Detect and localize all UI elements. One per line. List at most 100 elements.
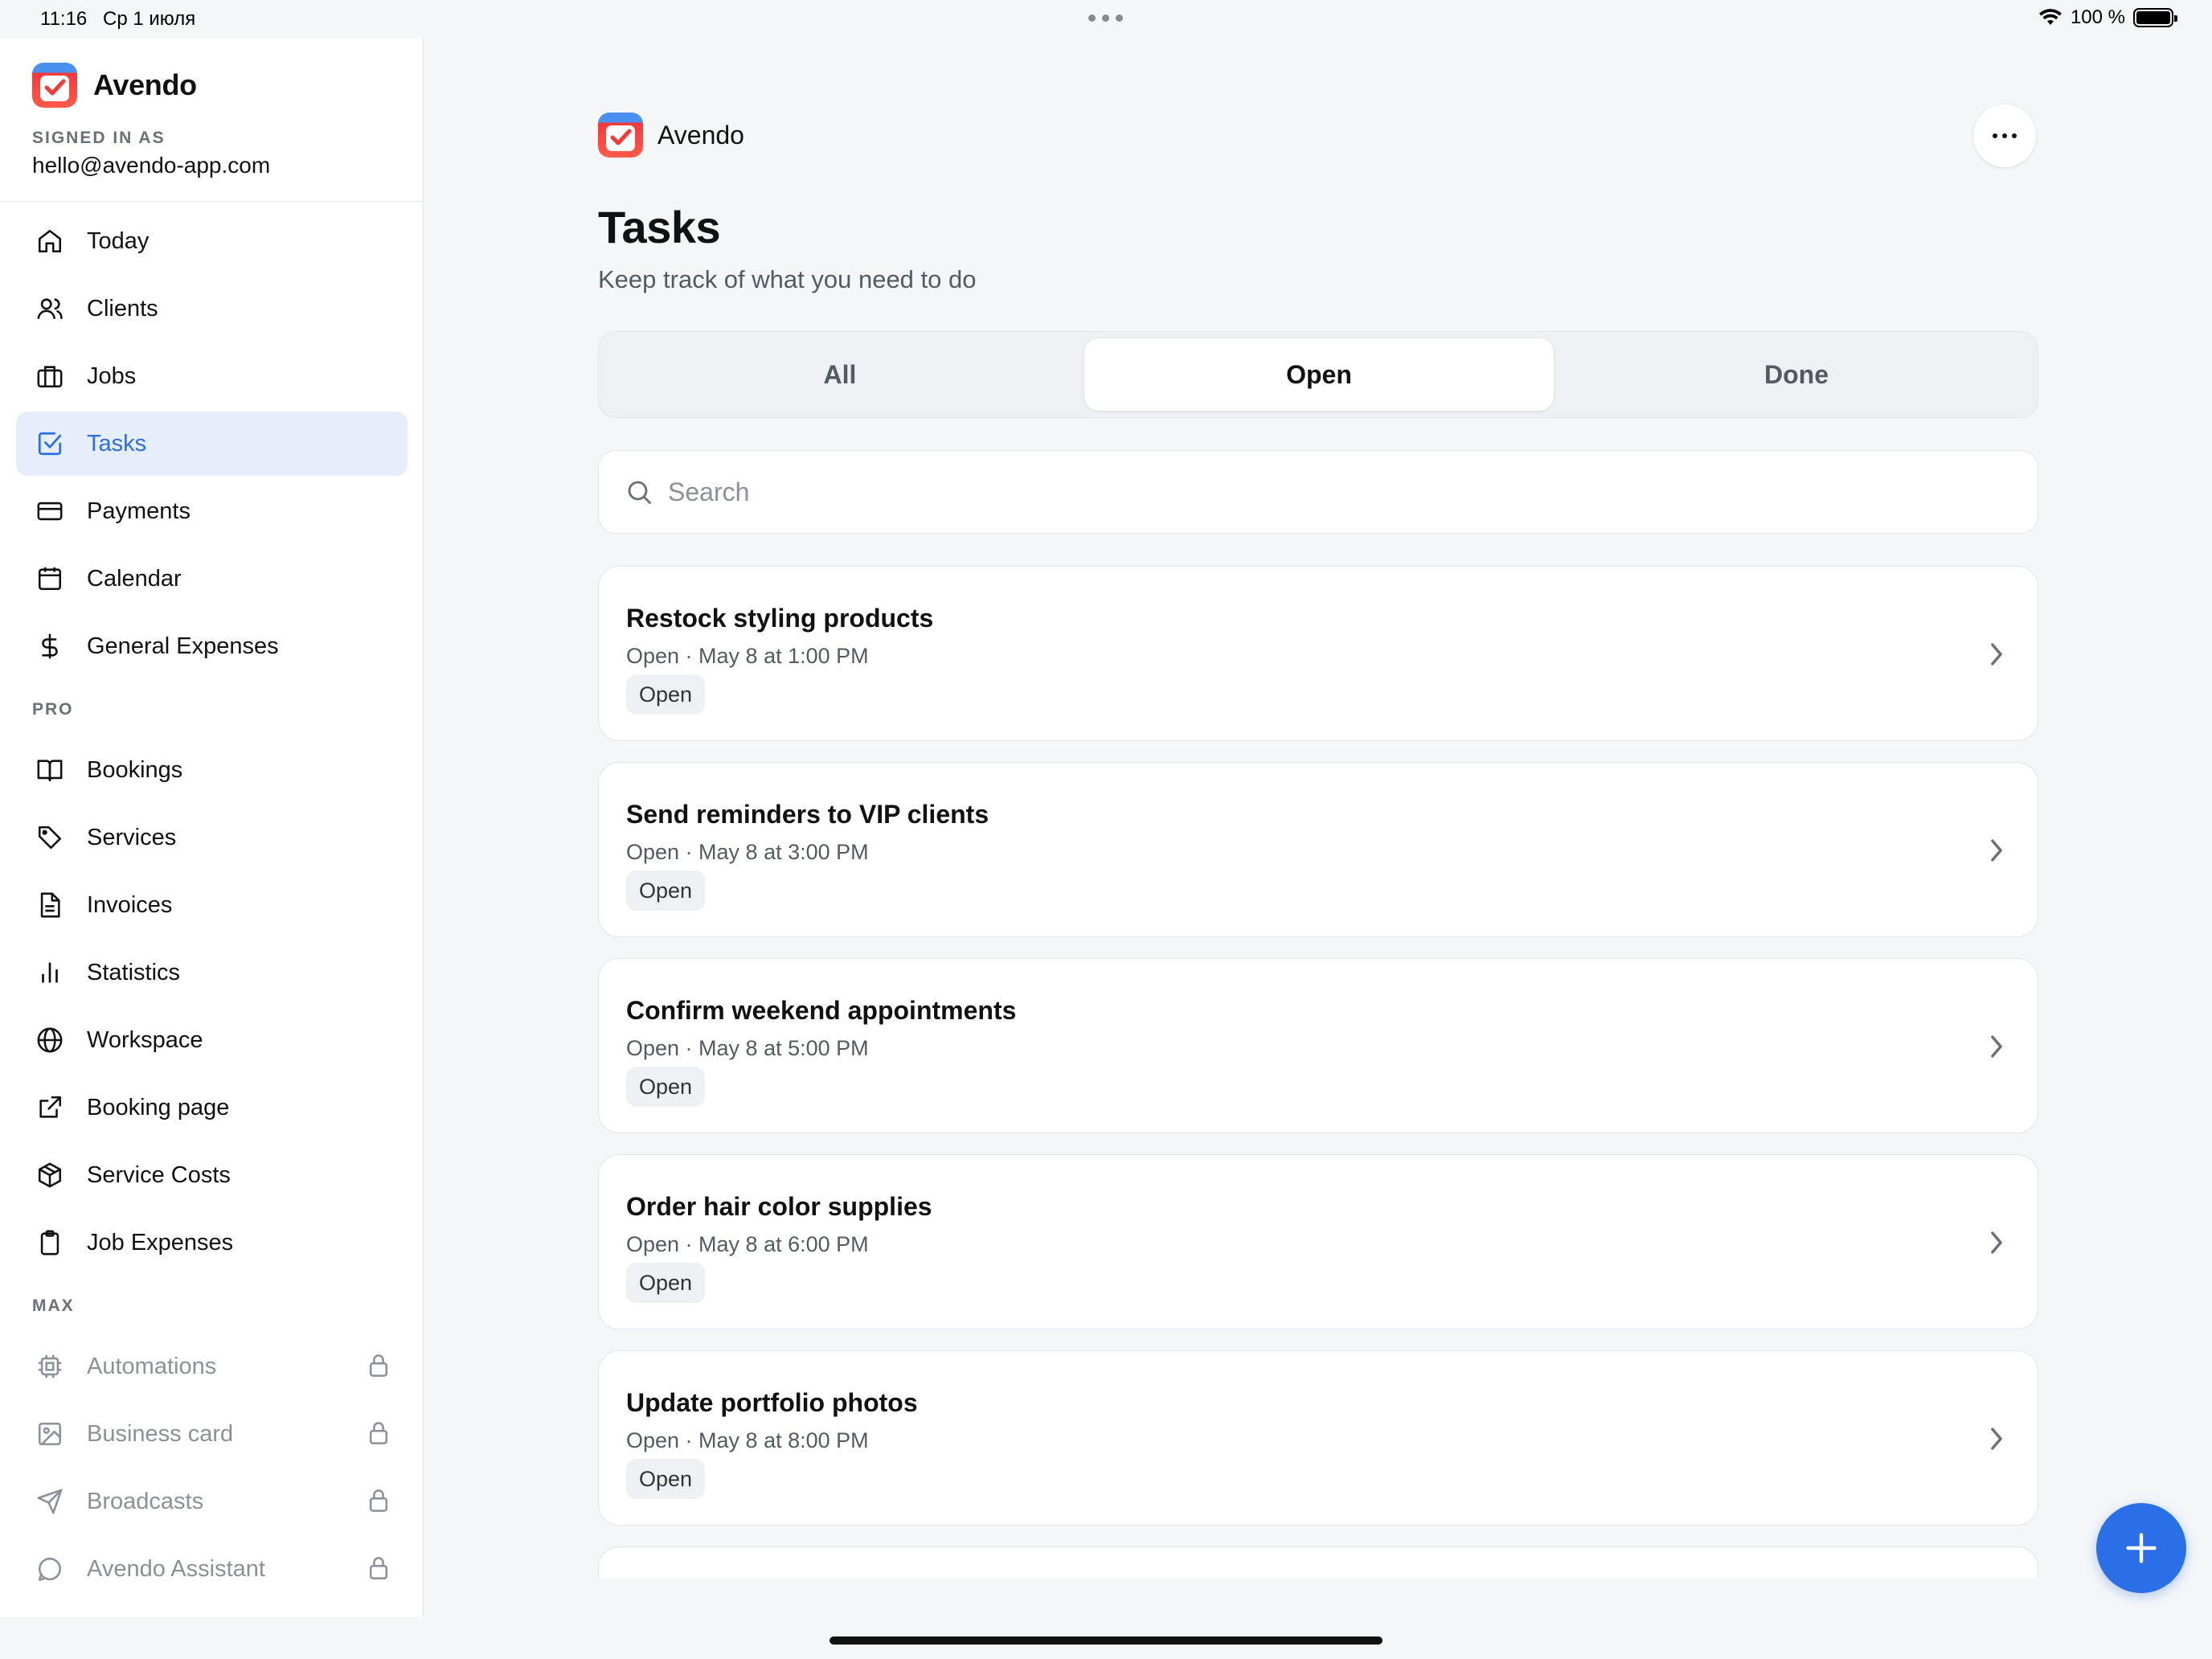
sidebar-item-label: Tasks (87, 430, 147, 457)
dollar-icon (34, 630, 66, 662)
sidebar-item-payments[interactable]: Payments (16, 479, 408, 543)
sidebar-item-label: Job Expenses (87, 1229, 234, 1256)
sidebar-item-automations[interactable]: Automations (16, 1334, 408, 1399)
ellipsis-icon (1993, 133, 1997, 138)
status-badge: Open (626, 1459, 706, 1499)
sidebar-item-bookings[interactable]: Bookings (16, 738, 408, 802)
send-icon (34, 1485, 66, 1518)
section-label-max: MAX (32, 1296, 75, 1315)
sidebar-item-broadcasts[interactable]: Broadcasts (16, 1469, 408, 1534)
tab-done[interactable]: Done (1562, 338, 2031, 411)
sidebar-item-label: Broadcasts (87, 1488, 204, 1514)
calendar-icon (34, 563, 66, 595)
page-subtitle: Keep track of what you need to do (598, 265, 977, 293)
sidebar-item-avendo-assistant[interactable]: Avendo Assistant (16, 1537, 408, 1601)
chip-icon (34, 1350, 66, 1382)
users-icon (34, 293, 66, 325)
battery-percent: 100 % (2070, 6, 2125, 28)
sidebar-item-workspace[interactable]: Workspace (16, 1008, 408, 1072)
sidebar-item-statistics[interactable]: Statistics (16, 940, 408, 1005)
sidebar-item-label: Clients (87, 295, 158, 322)
task-meta: Open · May 8 at 3:00 PM (626, 840, 869, 864)
multitasking-dots-icon[interactable] (1088, 14, 1123, 22)
sidebar-item-label: Jobs (87, 363, 137, 389)
chevron-right-icon (1988, 1425, 2005, 1456)
sidebar-brand: Avendo (32, 63, 197, 108)
page-title: Tasks (598, 202, 721, 252)
tab-open[interactable]: Open (1084, 338, 1554, 411)
tab-all[interactable]: All (605, 338, 1075, 411)
wifi-icon (2038, 9, 2062, 25)
filter-segmented-control: All Open Done (598, 331, 2038, 418)
sidebar-item-label: Booking page (87, 1094, 230, 1120)
avendo-logo-icon (32, 63, 77, 108)
lock-icon (367, 1555, 390, 1588)
status-time: 11:16 (40, 8, 88, 30)
sidebar-item-tasks[interactable]: Tasks (16, 412, 408, 476)
sidebar-item-label: Statistics (87, 959, 181, 985)
sidebar: Avendo SIGNED IN AS hello@avendo-app.com… (0, 39, 424, 1617)
sidebar-item-label: Business card (87, 1420, 234, 1447)
status-badge: Open (626, 674, 706, 715)
search-bar[interactable] (598, 450, 2038, 534)
status-badge: Open (626, 1263, 706, 1303)
chevron-right-icon (1988, 1033, 2005, 1064)
header-brand-name: Avendo (657, 120, 744, 150)
task-card[interactable]: Confirm weekend appointments Open · May … (598, 958, 2038, 1133)
sidebar-item-clients[interactable]: Clients (16, 276, 408, 341)
sidebar-item-label: Workspace (87, 1026, 203, 1053)
sidebar-brand-name: Avendo (93, 68, 197, 101)
external-link-icon (34, 1092, 66, 1124)
task-card[interactable]: Order hair color supplies Open · May 8 a… (598, 1154, 2038, 1329)
status-badge: Open (626, 870, 706, 911)
task-meta: Open · May 8 at 5:00 PM (626, 1036, 869, 1060)
sidebar-item-label: Payments (87, 498, 190, 524)
home-indicator[interactable] (830, 1636, 1382, 1645)
document-icon (34, 889, 66, 921)
sidebar-item-job-expenses[interactable]: Job Expenses (16, 1210, 408, 1275)
lock-icon (367, 1352, 390, 1386)
signed-in-email: hello@avendo-app.com (32, 153, 271, 178)
sidebar-item-today[interactable]: Today (16, 209, 408, 273)
chat-icon (34, 1553, 66, 1585)
sidebar-item-services[interactable]: Services (16, 805, 408, 870)
sidebar-item-service-costs[interactable]: Service Costs (16, 1143, 408, 1207)
sidebar-item-label: Calendar (87, 565, 182, 592)
section-label-pro: PRO (32, 700, 74, 719)
search-input[interactable] (668, 477, 1954, 507)
sidebar-item-label: Avendo Assistant (87, 1555, 265, 1582)
sidebar-item-general-expenses[interactable]: General Expenses (16, 614, 408, 678)
sidebar-item-calendar[interactable]: Calendar (16, 547, 408, 611)
battery-icon (2133, 8, 2177, 27)
chevron-right-icon (1988, 641, 2005, 672)
status-bar: 11:16 Ср 1 июля 100 % (0, 0, 2212, 39)
task-title: Update portfolio photos (626, 1388, 918, 1417)
task-card[interactable]: Restock styling products Open · May 8 at… (598, 566, 2038, 741)
task-title: Send reminders to VIP clients (626, 800, 989, 829)
status-right: 100 % (2038, 6, 2177, 29)
sidebar-divider (0, 201, 424, 202)
house-icon (34, 225, 66, 257)
tag-icon (34, 821, 66, 854)
clipboard-icon (34, 1227, 66, 1259)
plus-icon (2126, 1533, 2157, 1563)
status-date: Ср 1 июля (103, 8, 196, 30)
task-title: Restock styling products (626, 604, 934, 633)
sidebar-item-label: Bookings (87, 756, 183, 783)
globe-icon (34, 1024, 66, 1056)
sidebar-item-invoices[interactable]: Invoices (16, 873, 408, 937)
more-options-button[interactable] (1973, 104, 2036, 167)
task-meta: Open · May 8 at 6:00 PM (626, 1232, 869, 1256)
package-icon (34, 1159, 66, 1191)
chevron-right-icon (1988, 837, 2005, 868)
task-card[interactable]: Update portfolio photos Open · May 8 at … (598, 1350, 2038, 1526)
sidebar-item-jobs[interactable]: Jobs (16, 344, 408, 408)
sidebar-item-label: General Expenses (87, 633, 279, 659)
sidebar-item-booking-page[interactable]: Booking page (16, 1075, 408, 1140)
task-card[interactable] (598, 1546, 2038, 1579)
task-card[interactable]: Send reminders to VIP clients Open · May… (598, 762, 2038, 937)
add-task-button[interactable] (2096, 1503, 2186, 1593)
task-meta: Open · May 8 at 1:00 PM (626, 644, 869, 668)
lock-icon (367, 1419, 390, 1453)
sidebar-item-business-card[interactable]: Business card (16, 1402, 408, 1466)
